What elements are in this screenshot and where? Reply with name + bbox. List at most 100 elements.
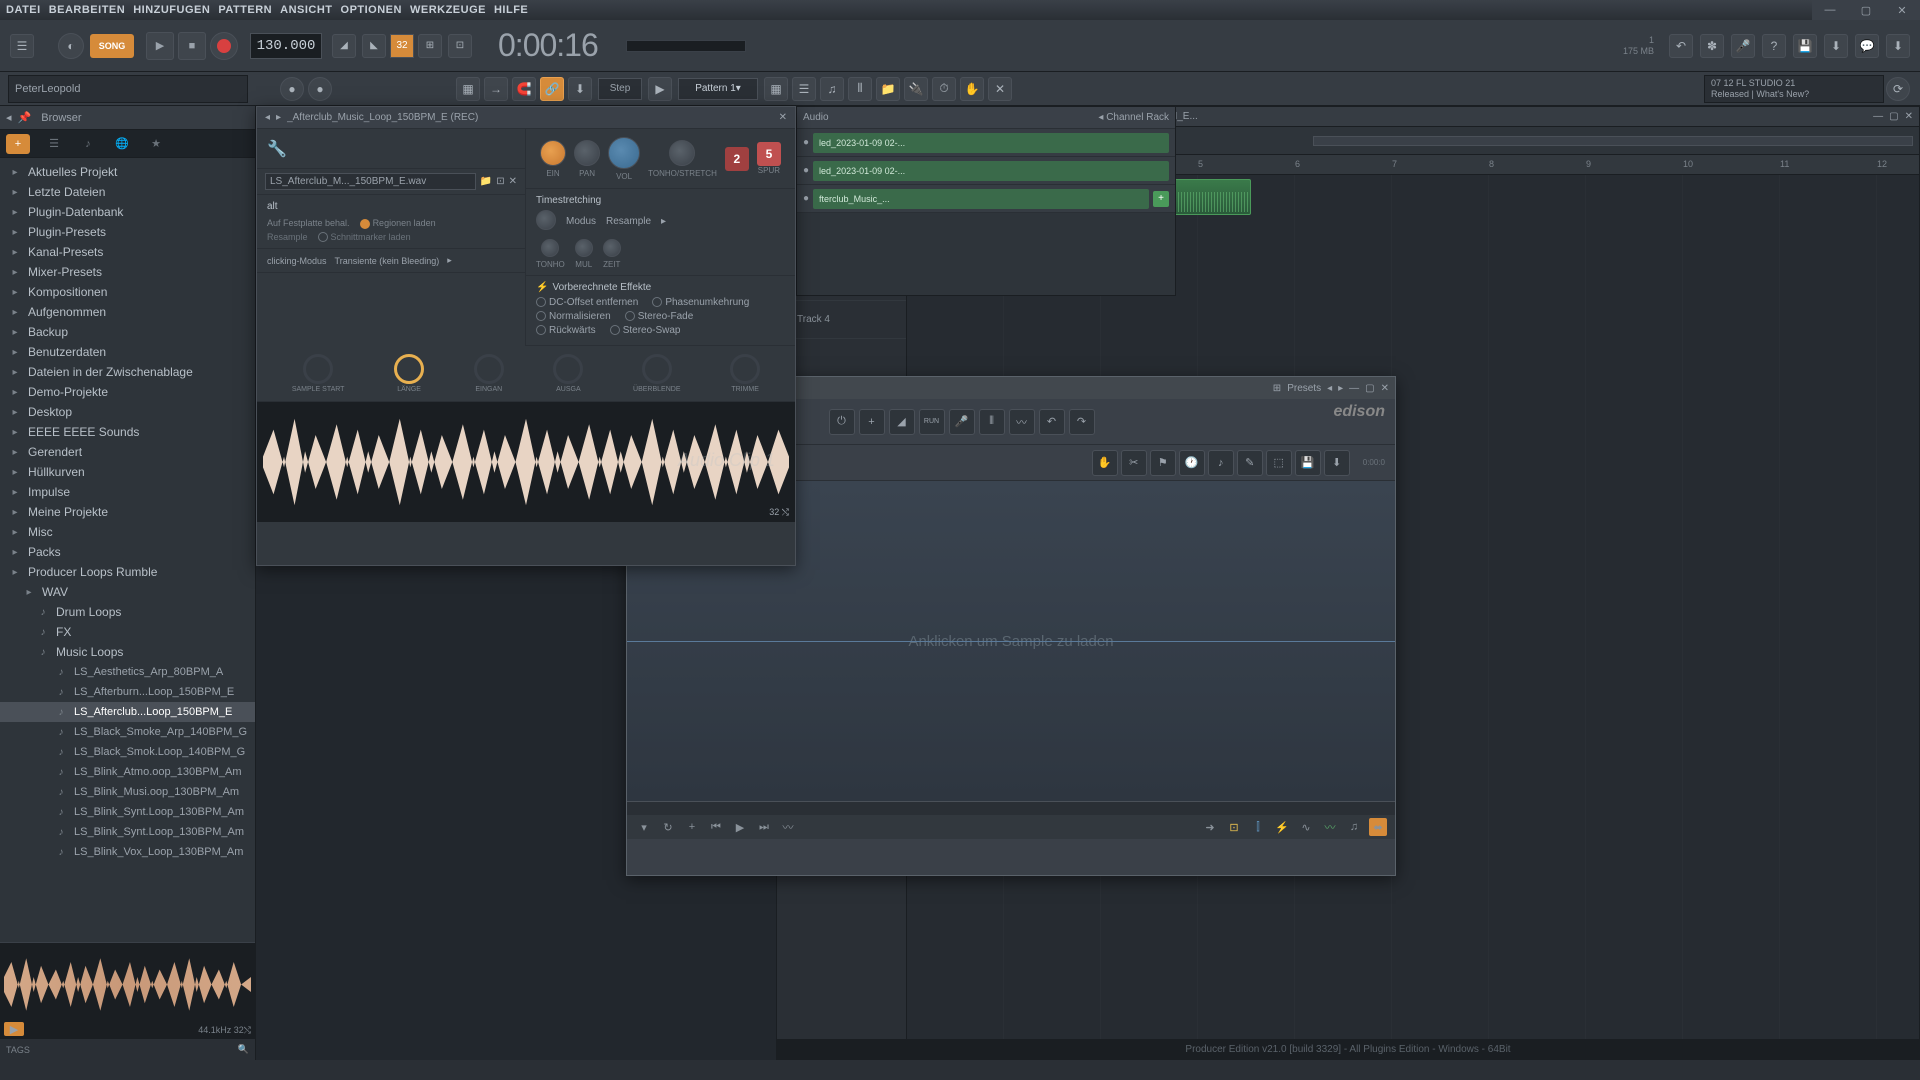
env-in-knob[interactable] <box>474 354 504 384</box>
download-icon[interactable]: ⬇ <box>1886 34 1910 58</box>
ed-run-icon[interactable]: RUN <box>919 409 945 435</box>
tree-item[interactable]: ♪LS_Afterclub...Loop_150BPM_E <box>0 702 255 722</box>
record-button[interactable] <box>210 32 238 60</box>
pl-overview[interactable] <box>1313 136 1913 146</box>
ed-select-icon[interactable]: ⬚ <box>1266 450 1292 476</box>
tree-item[interactable]: ♪Music Loops <box>0 642 255 662</box>
tab-fav-icon[interactable]: ★ <box>146 134 166 154</box>
add-tab-icon[interactable]: + <box>6 134 30 154</box>
close-all-icon[interactable]: ✕ <box>988 77 1012 101</box>
knob-pitch[interactable]: ● <box>308 77 332 101</box>
ed-max-icon[interactable]: ▢ <box>1365 383 1374 394</box>
menu-icon[interactable]: ☰ <box>10 34 34 58</box>
edison-scrollbar[interactable] <box>627 801 1395 815</box>
ed-save-icon[interactable]: 💾 <box>1295 450 1321 476</box>
browser-icon[interactable]: 📁 <box>876 77 900 101</box>
pat-mode[interactable]: ◐ <box>58 33 84 59</box>
tree-item[interactable]: ♪LS_Aesthetics_Arp_80BPM_A <box>0 662 255 682</box>
tree-item[interactable]: ♪LS_Blink_Synt.Loop_130BPM_Am <box>0 822 255 842</box>
menu-help[interactable]: HILFE <box>494 4 528 16</box>
undo-icon[interactable]: ↶ <box>1669 34 1693 58</box>
ed-fade-icon[interactable]: ◢ <box>889 409 915 435</box>
menu-add[interactable]: HINZUFUGEN <box>133 4 210 16</box>
metronome-icon[interactable]: ◢ <box>332 34 356 58</box>
ed-pitch-icon[interactable]: ♪ <box>1208 450 1234 476</box>
env-xfade-knob[interactable] <box>642 354 672 384</box>
ed-add-icon[interactable]: + <box>859 409 885 435</box>
ed-grid-icon[interactable]: ⊞ <box>1273 383 1281 394</box>
ed-draw-icon[interactable]: ✎ <box>1237 450 1263 476</box>
tree-item[interactable]: ▸Gerendert <box>0 442 255 462</box>
tree-item[interactable]: ▸Producer Loops Rumble <box>0 562 255 582</box>
ed-min-icon[interactable]: — <box>1349 383 1359 394</box>
ed-f-f-icon[interactable]: ♫ <box>1345 818 1363 836</box>
ed-f-export-icon[interactable]: ➜ <box>1201 818 1219 836</box>
touch-icon[interactable]: ✋ <box>960 77 984 101</box>
chrack-type[interactable]: Audio <box>803 112 829 123</box>
step-edit-icon[interactable]: ⊞ <box>418 34 442 58</box>
file-close-icon[interactable]: ✕ <box>509 176 517 187</box>
ed-close-icon[interactable]: ✕ <box>1381 383 1389 394</box>
pl-max-icon[interactable]: ▢ <box>1889 111 1898 122</box>
fx-sfade[interactable]: Stereo-Fade <box>625 311 694 322</box>
play-button[interactable]: ▶ <box>146 32 174 60</box>
snap-value[interactable]: 32 <box>390 34 414 58</box>
track-header[interactable]: Track 4 <box>777 301 906 339</box>
ed-presets[interactable]: Presets <box>1287 383 1321 394</box>
search-icon[interactable]: 🔍 <box>238 1044 249 1055</box>
ed-f-wave-icon[interactable]: 〰 <box>779 818 797 836</box>
tree-item[interactable]: ▸Letzte Dateien <box>0 182 255 202</box>
env-start-knob[interactable] <box>303 354 333 384</box>
knob-pitch[interactable] <box>669 140 695 166</box>
ed-f-e-icon[interactable]: 〰 <box>1321 818 1339 836</box>
window-maximize[interactable]: ▢ <box>1848 0 1884 20</box>
ts-mode-dropdown[interactable]: Resample <box>606 216 651 227</box>
fx-rev[interactable]: Rückwärts <box>536 325 596 336</box>
settings-icon[interactable]: ✽ <box>1700 34 1724 58</box>
tree-item[interactable]: ♪LS_Blink_Synt.Loop_130BPM_Am <box>0 802 255 822</box>
tree-item[interactable]: ▸Backup <box>0 322 255 342</box>
window-close[interactable]: ✕ <box>1884 0 1920 20</box>
ed-f-loop-icon[interactable]: ↻ <box>659 818 677 836</box>
tree-item[interactable]: ▸EEEE EEEE Sounds <box>0 422 255 442</box>
tree-item[interactable]: ♪Drum Loops <box>0 602 255 622</box>
locate-icon[interactable]: ⊡ <box>496 176 504 187</box>
ed-prev-icon[interactable]: ◂ <box>1327 383 1332 394</box>
tree-item[interactable]: ♪LS_Black_Smok.Loop_140BPM_G <box>0 742 255 762</box>
countdown-icon[interactable]: ◣ <box>362 34 386 58</box>
ed-f-a-icon[interactable]: ⊡ <box>1225 818 1243 836</box>
track-num-2[interactable]: 2 <box>725 147 749 171</box>
tree-item[interactable]: ♪FX <box>0 622 255 642</box>
sample-window-title[interactable]: ◂ ▸ _Afterclub_Music_Loop_150BPM_E (REC)… <box>257 107 795 129</box>
back-icon[interactable]: ◂ <box>265 112 270 123</box>
env-trim-knob[interactable] <box>730 354 760 384</box>
ed-undo-icon[interactable]: ↶ <box>1039 409 1065 435</box>
ed-slice-icon[interactable]: ✂ <box>1121 450 1147 476</box>
tree-item[interactable]: ▸Demo-Projekte <box>0 382 255 402</box>
menu-tools[interactable]: WERKZEUGE <box>410 4 486 16</box>
refresh-icon[interactable]: ⟳ <box>1886 77 1910 101</box>
menu-file[interactable]: DATEI <box>6 4 41 16</box>
pl-min-icon[interactable]: — <box>1873 111 1883 122</box>
tree-item[interactable]: ▸Aufgenommen <box>0 302 255 322</box>
channel-row[interactable]: ●led_2023-01-09 02-... <box>797 129 1175 157</box>
folder-icon[interactable]: 📁 <box>480 176 492 187</box>
ts-tonho-knob[interactable] <box>541 239 559 257</box>
tree-item[interactable]: ▸Impulse <box>0 482 255 502</box>
time-display[interactable]: 0:00:16 <box>498 27 598 64</box>
tree-item[interactable]: ▸Desktop <box>0 402 255 422</box>
ed-f-menu-icon[interactable]: ▾ <box>635 818 653 836</box>
tree-item[interactable]: ▸WAV <box>0 582 255 602</box>
tree-item[interactable]: ▸Benutzerdaten <box>0 342 255 362</box>
tree-item[interactable]: ▸Misc <box>0 522 255 542</box>
fx-norm[interactable]: Normalisieren <box>536 311 611 322</box>
add-channel-icon[interactable]: + <box>1153 191 1169 207</box>
step-display[interactable]: Step <box>598 78 642 100</box>
env-length-knob[interactable] <box>394 354 424 384</box>
tree-item[interactable]: ▸Kanal-Presets <box>0 242 255 262</box>
fwd-icon[interactable]: ▸ <box>276 112 281 123</box>
preview-play-icon[interactable]: ▶ <box>4 1022 24 1036</box>
view-next-icon[interactable]: → <box>484 77 508 101</box>
tree-item[interactable]: ♪LS_Blink_Musi.oop_130BPM_Am <box>0 782 255 802</box>
ed-power-icon[interactable]: ⏻ <box>829 409 855 435</box>
